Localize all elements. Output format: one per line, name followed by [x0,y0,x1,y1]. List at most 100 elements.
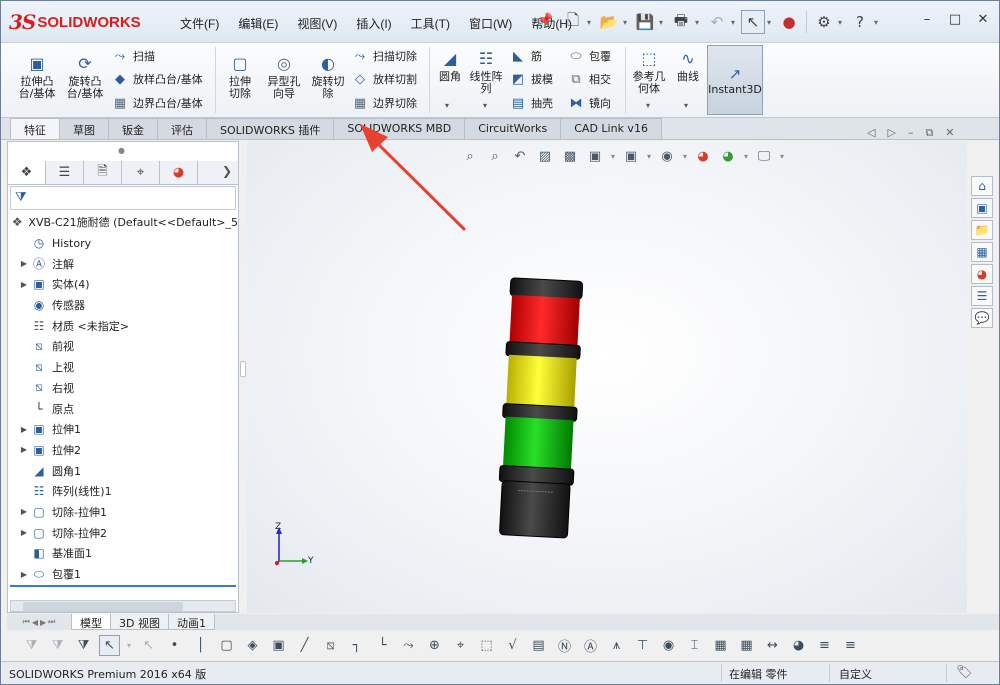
filter-sketch-point-icon[interactable]: └ [372,635,393,656]
options-gear-icon[interactable]: ⚙ [812,10,836,34]
feature-tree-tab-icon[interactable]: ❖ [8,161,46,184]
shell-button[interactable]: ▤ 抽壳 [509,93,553,113]
fillet-button[interactable]: ◢ 圆角 [433,48,467,83]
tab-circuitworks[interactable]: CircuitWorks [464,118,562,139]
save-dropdown-icon[interactable]: ▾ [659,18,667,27]
view-palette-icon[interactable]: ▦ [971,242,993,262]
tree-item-annotations[interactable]: ▶ Ⓐ 注解 [8,253,238,274]
pin-icon[interactable]: 📌 [537,13,553,29]
appearances-scenes-icon[interactable]: ◕ [971,264,993,284]
pattern-dropdown-icon[interactable]: ▾ [483,101,487,110]
filter-weld-icon[interactable]: ⬚ [476,635,497,656]
expand-arrow-icon[interactable]: ▶ [18,425,30,434]
lofted-cut-button[interactable]: ◇ 放样切割 [351,69,417,89]
tree-root-part[interactable]: ❖ XVB-C21施耐德 (Default<<Default>_5 [8,212,238,233]
tree-item-right-plane[interactable]: ⧅ 右视 [8,378,238,399]
swept-cut-button[interactable]: ⤳ 扫描切除 [351,46,417,66]
tree-item-fillet1[interactable]: ◢ 圆角1 [8,460,238,481]
instant3d-button[interactable]: ↗ Instant3D [707,45,763,115]
prev-tab-icon[interactable]: ◀ [32,618,38,627]
tree-horizontal-scrollbar[interactable] [10,600,236,612]
filter-block-icon[interactable]: ▦ [710,635,731,656]
menu-view[interactable]: 视图(V) [290,13,344,34]
solidworks-resources-home-icon[interactable]: ⌂ [971,176,993,196]
filter-solid-body-icon[interactable]: ▣ [268,635,289,656]
select-dropdown-icon[interactable]: ▾ [767,18,775,27]
expand-arrow-icon[interactable]: ▶ [18,570,30,579]
graphics-area[interactable]: ⌕ ⌕ ↶ ▨ ▩ ▣ ▾ ▣ ▾ ◉ ▾ ◕ ◕ ▾ 🖵 ▾ Z Y [247,141,967,613]
filter-gtol-icon[interactable]: ▤ [528,635,549,656]
rib-button[interactable]: ◣ 筋 [509,46,542,66]
tab-evaluate[interactable]: 评估 [157,118,207,139]
filter-select-all-icon[interactable]: ⧩ [73,635,94,656]
last-tab-icon[interactable]: ⏭ [48,617,55,627]
filter-clear-icon[interactable]: ⧩ [47,635,68,656]
expand-arrow-icon[interactable]: ▶ [18,528,30,537]
filter-datum-target-icon[interactable]: ◉ [658,635,679,656]
chevron-right-icon[interactable]: ❯ [222,164,232,178]
filter-datum-icon[interactable]: ⊤ [632,635,653,656]
scrollbar-thumb[interactable] [23,602,183,611]
menu-insert[interactable]: 插入(I) [349,13,398,34]
menu-edit[interactable]: 编辑(E) [231,13,285,34]
custom-properties-icon[interactable]: ☰ [971,286,993,306]
mirror-button[interactable]: ⧓ 镜向 [567,93,612,113]
hole-wizard-button[interactable]: ◎ 异型孔向导 [263,53,305,100]
filter-axis-icon[interactable]: ╱ [294,635,315,656]
panel-splitter[interactable] [239,141,247,613]
tab-mbd[interactable]: SOLIDWORKS MBD [333,118,466,139]
rollback-bar[interactable] [10,585,236,587]
first-tab-icon[interactable]: ⏮ [23,617,30,627]
status-tag-icon[interactable]: 🏷 [956,665,973,680]
viewport-restore-icon[interactable]: ⧉ [925,126,933,140]
tree-item-extrude2[interactable]: ▶ ▣ 拉伸2 [8,440,238,461]
extrude-cut-button[interactable]: ▢ 拉伸切除 [219,53,261,100]
tree-item-top-plane[interactable]: ⧅ 上视 [8,357,238,378]
help-dropdown-icon[interactable]: ▾ [874,18,882,27]
filter-vertex-icon[interactable]: • [164,635,185,656]
tree-item-solid-bodies[interactable]: ▶ ▣ 实体(4) [8,274,238,295]
filter-center-mark-icon[interactable]: ⌖ [450,635,471,656]
tree-item-history[interactable]: ◷ History [8,233,238,254]
curves-button[interactable]: ∿ 曲线 [671,48,705,83]
dimxpert-tab-icon[interactable]: ⌖ [122,161,160,184]
menu-tools[interactable]: 工具(T) [404,13,457,34]
new-dropdown-icon[interactable]: ▾ [587,18,595,27]
filter-curve-icon[interactable]: ⤳ [398,635,419,656]
viewport-next-icon[interactable]: ▷ [887,126,895,140]
open-dropdown-icon[interactable]: ▾ [623,18,631,27]
viewport-prev-icon[interactable]: ◁ [867,126,875,140]
design-library-icon[interactable]: ▣ [971,198,993,218]
property-manager-tab-icon[interactable]: ☰ [46,161,84,184]
menu-window[interactable]: 窗口(W) [462,13,519,34]
expand-arrow-icon[interactable]: ▶ [18,445,30,454]
select-cursor-icon[interactable]: ↖ [741,10,765,34]
tree-item-origin[interactable]: └ 原点 [8,398,238,419]
close-icon[interactable]: ✕ [973,9,993,29]
filter-dimension-icon[interactable]: ↔ [762,635,783,656]
expand-arrow-icon[interactable]: ▶ [18,507,30,516]
boundary-boss-button[interactable]: ▦ 边界凸台/基体 [111,93,203,113]
filter-settings-icon[interactable]: ≡ [814,635,835,656]
next-tab-icon[interactable]: ▶ [40,618,46,627]
filter-appearance-icon[interactable]: ◕ [788,635,809,656]
print-icon[interactable]: 🖶 [669,10,693,34]
tree-filter-bar[interactable]: ⧩ [10,186,236,210]
tree-item-cut-extrude1[interactable]: ▶ ▢ 切除-拉伸1 [8,502,238,523]
wrap-button[interactable]: ⬭ 包覆 [567,46,611,66]
save-icon[interactable]: 💾 [633,10,657,34]
filter-face-icon[interactable]: ▢ [216,635,237,656]
display-manager-tab-icon[interactable]: ◕ [160,161,198,184]
revolve-boss-button[interactable]: ⟳ 旋转凸台/基体 [63,53,107,100]
open-folder-icon[interactable]: 📂 [597,10,621,34]
draft-button[interactable]: ◩ 拔模 [509,69,553,89]
forum-chat-icon[interactable]: 💬 [971,308,993,328]
select-arrow-icon[interactable]: ↖ [99,634,120,656]
boundary-cut-button[interactable]: ▦ 边界切除 [351,93,417,113]
filter-plane-icon[interactable]: ⧅ [320,635,341,656]
extrude-boss-button[interactable]: ▣ 拉伸凸台/基体 [15,53,59,100]
options-dropdown-icon[interactable]: ▾ [838,18,846,27]
tab-addins[interactable]: SOLIDWORKS 插件 [206,118,335,139]
filter-hole-table-icon[interactable]: ▦ [736,635,757,656]
tree-item-sensors[interactable]: ◉ 传感器 [8,295,238,316]
